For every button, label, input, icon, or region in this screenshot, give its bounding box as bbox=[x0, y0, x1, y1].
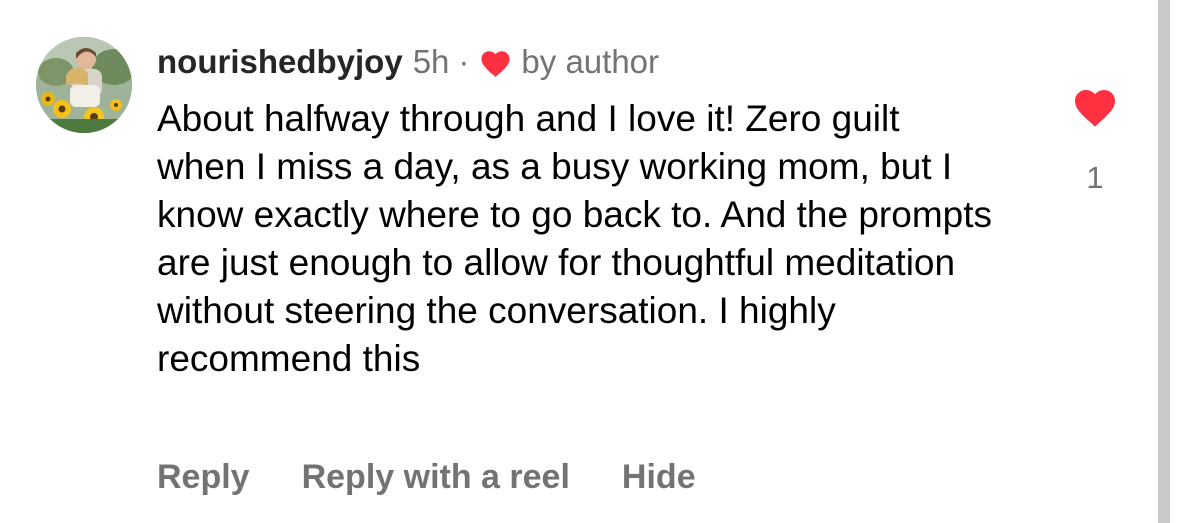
comment-item: nourishedbyjoy 5h · by author About half… bbox=[0, 0, 1179, 523]
timestamp: 5h bbox=[412, 43, 450, 80]
reply-button[interactable]: Reply bbox=[157, 458, 250, 497]
reply-with-reel-button[interactable]: Reply with a reel bbox=[302, 458, 570, 497]
meta-separator: · bbox=[458, 43, 470, 80]
heart-icon bbox=[478, 47, 513, 78]
heart-filled-icon bbox=[1075, 90, 1115, 127]
comment-text: About halfway through and I love it! Zer… bbox=[157, 98, 993, 379]
username[interactable]: nourishedbyjoy bbox=[157, 43, 403, 81]
comment-meta: nourishedbyjoy 5h · by author bbox=[157, 38, 659, 86]
hide-button[interactable]: Hide bbox=[622, 458, 696, 497]
scrollbar[interactable] bbox=[1158, 0, 1170, 523]
avatar[interactable] bbox=[36, 37, 132, 133]
comment-actions: Reply Reply with a reel Hide bbox=[157, 452, 748, 502]
liked-by-author-label: by author bbox=[521, 43, 660, 80]
like-count[interactable]: 1 bbox=[1071, 160, 1119, 196]
profile-photo-icon bbox=[36, 37, 132, 133]
like-button[interactable] bbox=[1071, 84, 1119, 128]
